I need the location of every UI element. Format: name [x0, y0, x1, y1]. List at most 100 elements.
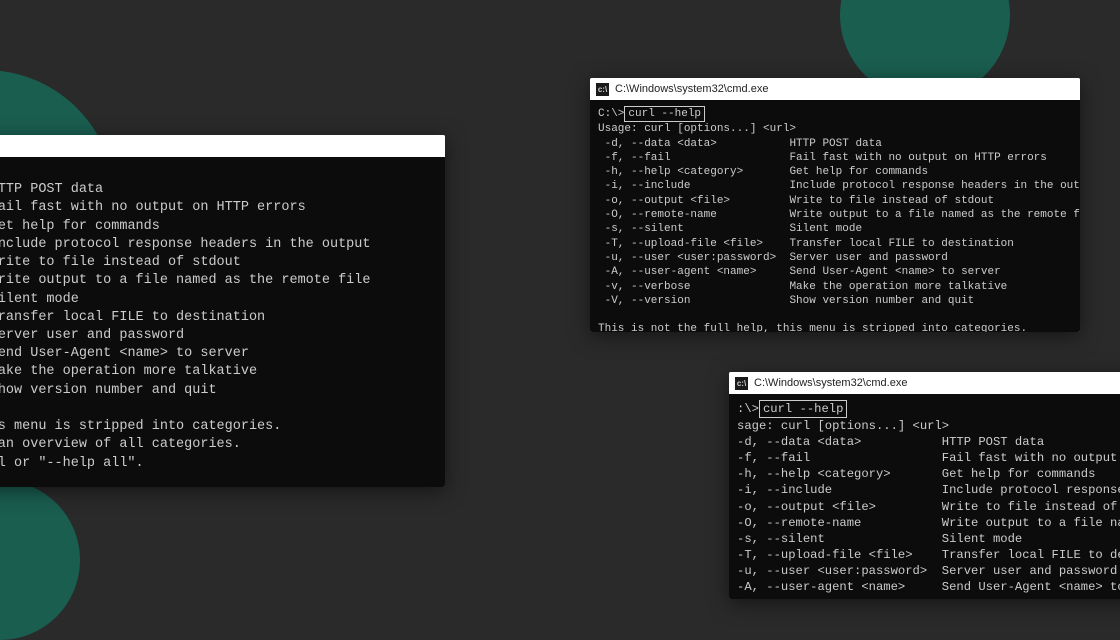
option-desc: Write output to a file named as the remo… — [0, 273, 370, 288]
option-row: -T, --upload-file <file> Transfer local … — [737, 547, 1120, 563]
option-flag: -s, --silent — [598, 222, 789, 236]
option-desc: Write to file instead of stdout — [0, 255, 241, 270]
option-desc: Server user and password — [942, 564, 1118, 578]
cmd-icon: c:\ — [596, 83, 609, 96]
option-row: Write output to a file named as the remo… — [0, 272, 437, 290]
option-row: Silent mode — [0, 291, 437, 309]
option-desc: Write output to a file na — [942, 516, 1120, 530]
option-desc: Get help for commands — [0, 219, 160, 234]
option-row: -f, --fail Fail fast with no output on H… — [598, 151, 1072, 165]
option-flag: -T, --upload-file <file> — [737, 547, 942, 563]
usage-line: .] <url> — [0, 163, 437, 181]
option-row: -A, --user-agent <name> Send User-Agent … — [737, 579, 1120, 595]
option-desc: Silent mode — [789, 223, 862, 235]
option-row: -T, --upload-file <file> Transfer local … — [598, 237, 1072, 251]
option-row: -A, --user-agent <name> Send User-Agent … — [598, 265, 1072, 279]
option-desc: Silent mode — [0, 292, 79, 307]
option-flag: -d, --data <data> — [598, 137, 789, 151]
titlebar[interactable]: c:\ C:\Windows\system32\cmd.exe — [590, 78, 1080, 100]
option-row: -i, --include Include protocol response — [737, 482, 1120, 498]
option-desc: Send User-Agent <name> to — [942, 580, 1120, 594]
option-row: -d, --data <data> HTTP POST data — [598, 137, 1072, 151]
option-desc: Send User-Agent <name> to server — [789, 266, 1000, 278]
option-desc: Write to file instead of stdout — [789, 195, 994, 207]
option-row: Include protocol response headers in the… — [0, 236, 437, 254]
option-desc: Get help for commands — [789, 166, 928, 178]
option-flag: -s, --silent — [737, 531, 942, 547]
option-desc: Write to file instead of — [942, 500, 1120, 514]
option-row: -O, --remote-name Write output to a file… — [737, 515, 1120, 531]
prompt-line: :\>curl --help — [737, 400, 1120, 418]
option-row: -s, --silent Silent mode — [737, 531, 1120, 547]
option-row: -v, --verbose Make the operation more ta… — [598, 280, 1072, 294]
option-desc: Make the operation more talkative — [789, 281, 1007, 293]
option-flag: -o, --output <file> — [598, 194, 789, 208]
option-row: -o, --output <file> Write to file instea… — [598, 194, 1072, 208]
window-title: C:\Windows\system32\cmd.exe — [615, 83, 768, 95]
cmd-window-middle: c:\ C:\Windows\system32\cmd.exe C:\>curl… — [590, 78, 1080, 332]
option-flag: -d, --data <data> — [737, 434, 942, 450]
option-desc: Include protocol response — [942, 483, 1120, 497]
option-row: -f, --fail Fail fast with no output — [737, 450, 1120, 466]
option-row: -i, --include Include protocol response … — [598, 179, 1072, 193]
option-flag: -A, --user-agent <name> — [737, 579, 942, 595]
option-desc: Make the operation more talkative — [0, 364, 257, 379]
footer-line: to get an overview of all categories. — [0, 436, 437, 454]
option-desc: Transfer local FILE to destination — [789, 238, 1013, 250]
option-flag: -O, --remote-name — [598, 208, 789, 222]
option-flag: -A, --user-agent <name> — [598, 265, 789, 279]
option-desc: Fail fast with no output — [942, 451, 1118, 465]
option-row: Write to file instead of stdout — [0, 254, 437, 272]
option-flag: -i, --include — [737, 482, 942, 498]
option-row: -s, --silent Silent mode — [598, 222, 1072, 236]
option-desc: Server user and password — [0, 328, 184, 343]
option-desc: Include protocol response headers in the… — [789, 180, 1080, 192]
option-row: -o, --output <file> Write to file instea… — [737, 499, 1120, 515]
option-flag: -T, --upload-file <file> — [598, 237, 789, 251]
option-flag: -O, --remote-name — [737, 515, 942, 531]
footer-line: This is not the full help, this menu is … — [598, 322, 1072, 332]
option-desc: Fail fast with no output on HTTP errors — [0, 200, 306, 215]
terminal-body-left[interactable]: .] <url> HTTP POST data Fail fast with n… — [0, 157, 445, 487]
option-row: -V, --version Show version number and qu… — [598, 294, 1072, 308]
terminal-body-middle[interactable]: C:\>curl --helpUsage: curl [options...] … — [590, 100, 1080, 332]
window-title: C:\Windows\system32\cmd.exe — [754, 377, 907, 389]
command-text: curl --help — [759, 400, 847, 418]
option-row: Fail fast with no output on HTTP errors — [0, 199, 437, 217]
titlebar[interactable]: c:\ d.exe — [0, 135, 445, 157]
decorative-circle — [0, 480, 80, 640]
option-desc: HTTP POST data — [0, 182, 103, 197]
option-row: -d, --data <data> HTTP POST data — [737, 434, 1120, 450]
titlebar[interactable]: c:\ C:\Windows\system32\cmd.exe — [729, 372, 1120, 394]
option-row: -h, --help <category> Get help for comma… — [598, 165, 1072, 179]
command-text: curl --help — [624, 106, 705, 122]
terminal-body-right[interactable]: :\>curl --helpsage: curl [options...] <u… — [729, 394, 1120, 599]
option-desc: HTTP POST data — [942, 435, 1044, 449]
option-desc: Get help for commands — [942, 467, 1096, 481]
option-row: -u, --user <user:password> Server user a… — [737, 563, 1120, 579]
option-flag: -h, --help <category> — [737, 466, 942, 482]
option-row: Make the operation more talkative — [0, 363, 437, 381]
option-row: -u, --user <user:password> Server user a… — [598, 251, 1072, 265]
option-row: ile> Transfer local FILE to destination — [0, 309, 437, 327]
usage-line: Usage: curl [options...] <url> — [598, 122, 1072, 136]
option-desc: Server user and password — [789, 252, 947, 264]
option-desc: HTTP POST data — [789, 138, 881, 150]
option-desc: Transfer local FILE to de — [942, 548, 1120, 562]
option-flag: -f, --fail — [598, 151, 789, 165]
option-flag: -i, --include — [598, 179, 789, 193]
option-desc: Fail fast with no output on HTTP errors — [789, 152, 1046, 164]
option-flag: -o, --output <file> — [737, 499, 942, 515]
option-row: HTTP POST data — [0, 181, 437, 199]
option-row: > Get help for commands — [0, 218, 437, 236]
option-row: -O, --remote-name Write output to a file… — [598, 208, 1072, 222]
option-desc: Silent mode — [942, 532, 1022, 546]
option-desc: Write output to a file named as the remo… — [789, 209, 1080, 221]
option-desc: Send User-Agent <name> to server — [0, 346, 249, 361]
option-desc: Show version number and quit — [0, 383, 217, 398]
footer-line: he manual or "--help all". — [0, 455, 437, 473]
prompt-line: C:\>curl --help — [598, 106, 1072, 122]
cmd-window-right: c:\ C:\Windows\system32\cmd.exe :\>curl … — [729, 372, 1120, 599]
cmd-icon: c:\ — [735, 377, 748, 390]
option-flag: -V, --version — [598, 294, 789, 308]
